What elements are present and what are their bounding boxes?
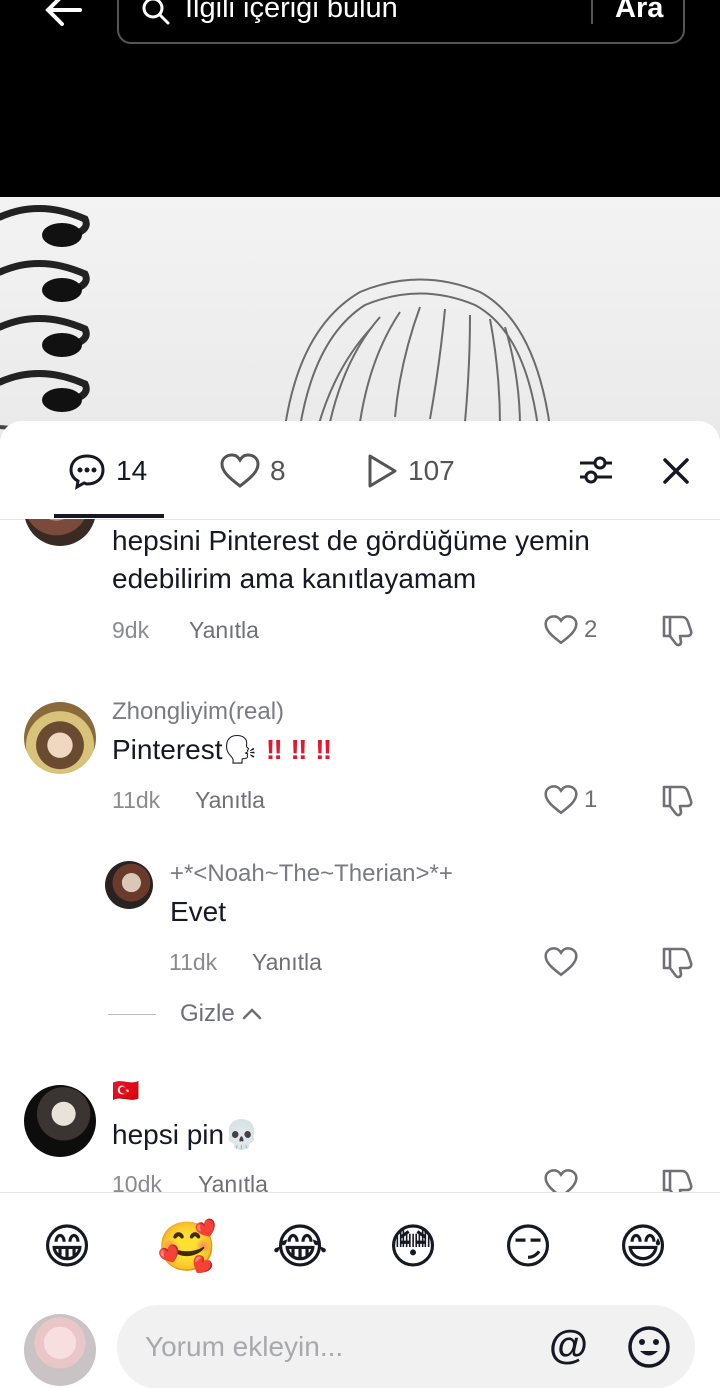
plays-count: 107 — [408, 455, 455, 486]
like-button[interactable] — [544, 946, 578, 978]
back-arrow-icon[interactable] — [40, 0, 84, 32]
top-bar: İlgili içeriği bulun Ara — [0, 0, 720, 197]
video-preview[interactable] — [0, 197, 720, 457]
like-button[interactable]: 2 — [544, 614, 597, 646]
comment-text: hepsini Pinterest de gördüğüme yemin ede… — [112, 525, 590, 594]
comment-username[interactable]: +*<Noah~The~Therian>*+ — [170, 860, 453, 888]
dislike-icon[interactable] — [660, 945, 694, 979]
comment-text-row: Pinterest🗣 ‼ ‼ ‼ — [112, 731, 692, 769]
heart-icon — [220, 453, 260, 488]
reply-button[interactable]: Yanıtla — [189, 617, 259, 644]
comments-count: 14 — [116, 455, 148, 486]
like-count: 2 — [584, 616, 598, 643]
comment-time: 11dk — [169, 949, 218, 975]
heart-icon — [544, 947, 578, 977]
my-avatar — [24, 1314, 96, 1386]
comments-list[interactable]: hepsini Pinterest de gördüğüme yemin ede… — [0, 519, 720, 1192]
emoji-sweat-smile-button[interactable]: 😅 — [618, 1219, 668, 1275]
tab-plays[interactable]: 107 — [366, 451, 455, 491]
chevron-up-icon — [242, 1008, 261, 1020]
tab-comments[interactable]: 14 — [68, 451, 147, 491]
skull-icon: 💀 — [224, 1118, 259, 1151]
comment-username[interactable]: 🇹🇷 — [112, 1079, 139, 1104]
divider — [108, 1013, 156, 1015]
emoji-smiling-hearts-button[interactable]: 🥰 — [157, 1219, 217, 1275]
comment-bubble-icon — [69, 454, 105, 490]
emoji-grin-button[interactable]: 😁 — [42, 1219, 92, 1275]
search-text[interactable]: İlgili içeriği bulun — [185, 0, 398, 25]
avatar[interactable] — [24, 519, 96, 546]
heart-icon — [544, 615, 578, 645]
double-exclamation-icon: ‼ ‼ ‼ — [265, 734, 333, 765]
like-button[interactable]: 1 — [544, 784, 597, 816]
hide-label: Gizle — [180, 1000, 235, 1027]
mention-button[interactable]: @ — [549, 1323, 588, 1368]
avatar[interactable] — [24, 702, 96, 774]
emoji-smirk-button[interactable]: 😏 — [503, 1219, 553, 1275]
play-icon — [368, 454, 397, 488]
comment-text: Evet — [170, 896, 227, 927]
sketch-drawing — [0, 205, 551, 431]
hide-replies-button[interactable]: Gizle — [108, 1000, 263, 1028]
likes-count: 8 — [270, 455, 286, 486]
dislike-icon[interactable] — [660, 613, 694, 647]
comments-tabs: 14 8 107 — [0, 421, 720, 520]
heart-icon — [544, 1169, 578, 1192]
comment-time: 11dk — [112, 787, 161, 813]
comment-composer: 😁 🥰 😂 😳 😏 😅 Yorum ekleyin... @ — [0, 1192, 720, 1388]
dislike-icon[interactable] — [660, 1167, 694, 1192]
emoji-flushed-button[interactable]: 😳 — [388, 1219, 438, 1275]
reply-button[interactable]: Yanıtla — [252, 949, 322, 976]
comment-username[interactable]: Zhongliyim(real) — [112, 698, 284, 726]
tab-likes[interactable]: 8 — [220, 451, 286, 491]
emoji-tears-of-joy-button[interactable]: 😂 — [272, 1219, 328, 1275]
like-count: 1 — [584, 786, 598, 813]
avatar[interactable] — [24, 1085, 96, 1157]
comment-text: hepsi pin — [112, 1119, 225, 1150]
search-bar[interactable]: İlgili içeriği bulun Ara — [117, 0, 685, 44]
comment-text-row: hepsi pin💀 — [112, 1116, 692, 1154]
reply-button[interactable]: Yanıtla — [195, 787, 265, 814]
heart-icon — [544, 785, 578, 815]
avatar[interactable] — [105, 861, 153, 909]
emoji-picker-icon[interactable] — [627, 1325, 671, 1369]
speaking-head-icon: 🗣 — [222, 733, 259, 766]
comment-input[interactable]: Yorum ekleyin... @ — [117, 1305, 695, 1388]
search-icon — [142, 0, 170, 25]
comment-time: 10dk — [112, 1171, 162, 1192]
like-button[interactable] — [544, 1168, 578, 1192]
comments-sheet: 14 8 107 hepsini Pinterest de gördüğüme … — [0, 421, 720, 1388]
active-tab-indicator — [54, 514, 164, 518]
comment-time: 9dk — [112, 617, 150, 643]
reply-button[interactable]: Yanıtla — [198, 1171, 268, 1192]
dislike-icon[interactable] — [660, 783, 694, 817]
search-divider — [591, 0, 593, 24]
filter-icon[interactable] — [578, 453, 614, 487]
comment-placeholder: Yorum ekleyin... — [145, 1331, 344, 1362]
close-icon[interactable] — [662, 457, 690, 485]
search-button[interactable]: Ara — [615, 0, 663, 25]
comment-text: Pinterest — [112, 734, 223, 765]
